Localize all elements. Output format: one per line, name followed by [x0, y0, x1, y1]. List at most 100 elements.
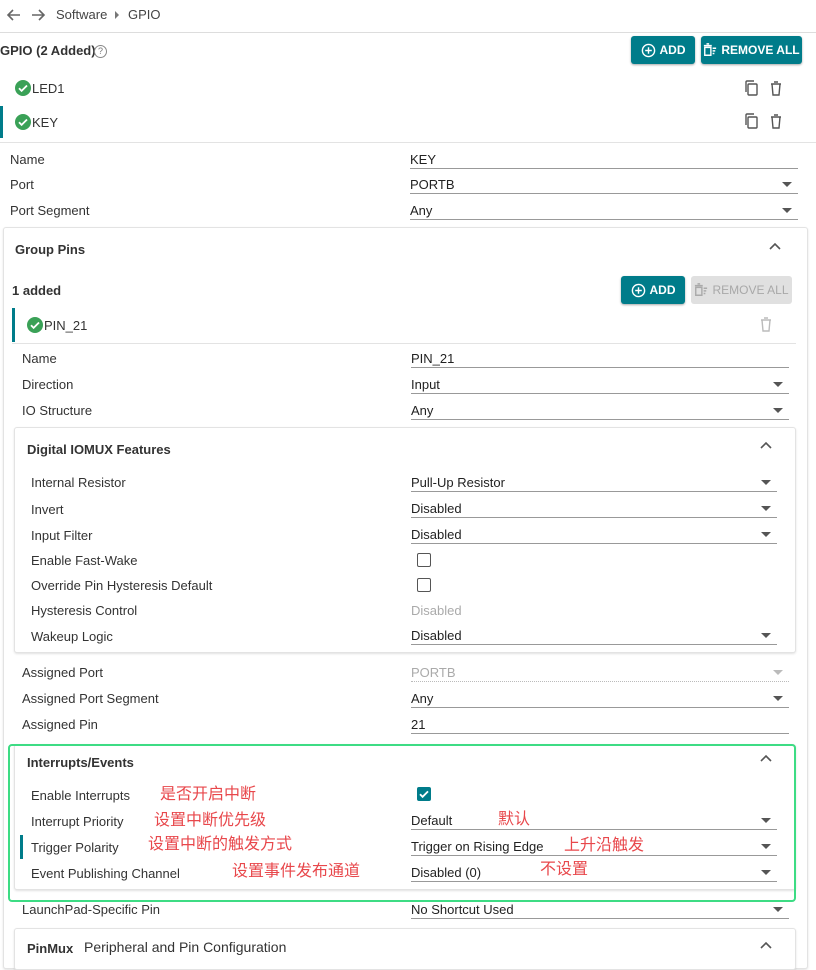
annotation-event-channel: 设置事件发布通道 — [232, 861, 361, 880]
chevron-down-icon — [761, 633, 771, 638]
chevron-down-icon — [761, 480, 771, 485]
gpio-instance-key[interactable]: KEY — [0, 106, 800, 138]
direction-select[interactable]: Input — [411, 376, 789, 394]
enable-interrupts-checkbox[interactable] — [417, 787, 431, 801]
invert-label: Invert — [31, 502, 64, 517]
chevron-down-icon — [773, 382, 783, 387]
name-label: Name — [10, 152, 45, 167]
group-pins-title[interactable]: Group Pins — [15, 242, 85, 258]
add-circle-icon — [631, 283, 645, 297]
pins-add-button[interactable]: ADD — [621, 276, 685, 304]
pins-remove-all-button[interactable]: REMOVE ALL — [691, 276, 792, 304]
assigned-port-segment-label: Assigned Port Segment — [22, 691, 159, 706]
internal-resistor-label: Internal Resistor — [31, 475, 126, 490]
breadcrumb-separator-icon — [115, 11, 119, 19]
annotation-rising-edge: 上升沿触发 — [564, 835, 645, 854]
chevron-down-icon — [761, 818, 771, 823]
check-circle-icon — [15, 80, 31, 96]
forward-arrow-icon[interactable] — [30, 7, 46, 23]
launchpad-pin-select[interactable]: No Shortcut Used — [411, 901, 789, 919]
pin-name-field[interactable]: PIN_21 — [411, 350, 789, 368]
direction-label: Direction — [22, 377, 74, 392]
chevron-down-icon — [773, 696, 783, 701]
pins-added-count: 1 added — [12, 283, 62, 298]
check-circle-icon — [27, 317, 43, 333]
assigned-pin-label: Assigned Pin — [22, 717, 98, 732]
help-icon[interactable]: ? — [94, 45, 107, 58]
assigned-port-segment-select[interactable]: Any — [411, 690, 789, 708]
override-hysteresis-checkbox[interactable] — [417, 578, 431, 592]
gpio-remove-all-label: REMOVE ALL — [721, 43, 800, 57]
assigned-port-label: Assigned Port — [22, 665, 103, 680]
pins-add-label: ADD — [649, 283, 676, 297]
wakeup-logic-select[interactable]: Disabled — [411, 627, 777, 645]
interrupts-title[interactable]: Interrupts/Events — [27, 755, 134, 771]
trigger-polarity-indicator — [20, 835, 23, 859]
annotation-default: 默认 — [498, 809, 531, 828]
remove-all-icon — [704, 43, 717, 56]
gpio-remove-all-button[interactable]: REMOVE ALL — [701, 36, 802, 64]
iomux-title[interactable]: Digital IOMUX Features — [27, 442, 171, 458]
breadcrumb-software[interactable]: Software — [56, 7, 107, 23]
breadcrumb-gpio: GPIO — [128, 7, 161, 22]
checkmark-icon — [419, 790, 429, 799]
name-field[interactable]: KEY — [410, 151, 798, 169]
enable-interrupts-label: Enable Interrupts — [31, 788, 131, 803]
gpio-instance-label: LED1 — [32, 81, 65, 96]
chevron-down-icon — [761, 870, 771, 875]
pin-instance[interactable]: PIN_21 — [12, 308, 796, 342]
launchpad-pin-label: LaunchPad-Specific Pin — [22, 902, 161, 917]
chevron-down-icon — [761, 532, 771, 537]
override-hysteresis-label: Override Pin Hysteresis Default — [31, 578, 213, 593]
copy-icon[interactable] — [743, 79, 759, 97]
back-arrow-icon[interactable] — [6, 7, 22, 23]
delete-icon[interactable] — [758, 315, 774, 333]
chevron-down-icon — [782, 182, 792, 187]
selection-indicator — [12, 308, 15, 342]
copy-icon[interactable] — [743, 112, 759, 130]
chevron-down-icon — [761, 844, 771, 849]
wakeup-logic-label: Wakeup Logic — [31, 629, 113, 644]
pins-remove-all-label: REMOVE ALL — [712, 283, 789, 297]
hysteresis-control-label: Hysteresis Control — [31, 603, 138, 618]
chevron-up-icon[interactable] — [768, 241, 782, 251]
chevron-up-icon[interactable] — [759, 753, 773, 763]
annotation-interrupt-priority: 设置中断优先级 — [154, 810, 267, 829]
annotation-trigger-mode: 设置中断的触发方式 — [148, 834, 293, 853]
pinmux-title[interactable]: PinMux — [27, 941, 73, 957]
hysteresis-control-field: Disabled — [411, 603, 462, 618]
invert-select[interactable]: Disabled — [411, 500, 777, 518]
breadcrumb-divider — [0, 32, 816, 33]
instances-divider — [0, 142, 816, 143]
interrupt-priority-label: Interrupt Priority — [31, 814, 124, 829]
port-segment-label: Port Segment — [10, 203, 90, 218]
chevron-up-icon[interactable] — [759, 440, 773, 450]
event-publishing-channel-label: Event Publishing Channel — [31, 866, 180, 881]
add-circle-icon — [641, 43, 655, 57]
io-structure-select[interactable]: Any — [411, 402, 789, 420]
chevron-down-icon — [773, 907, 783, 912]
remove-all-icon — [695, 283, 708, 296]
assigned-port-select: PORTB — [411, 664, 789, 682]
gpio-instance-led1[interactable]: LED1 — [0, 74, 800, 102]
port-segment-select[interactable]: Any — [410, 202, 798, 220]
fast-wake-checkbox[interactable] — [417, 553, 431, 567]
interrupt-priority-select[interactable]: Default — [411, 812, 777, 830]
port-select[interactable]: PORTB — [410, 176, 798, 194]
gpio-instance-label: KEY — [32, 115, 59, 130]
pinmux-subtitle: Peripheral and Pin Configuration — [84, 939, 287, 955]
gpio-add-button[interactable]: ADD — [631, 36, 695, 64]
pin-instance-label: PIN_21 — [44, 318, 88, 333]
delete-icon[interactable] — [768, 79, 784, 97]
gpio-add-label: ADD — [659, 43, 686, 57]
chevron-down-icon — [773, 670, 783, 675]
delete-icon[interactable] — [768, 112, 784, 130]
input-filter-select[interactable]: Disabled — [411, 526, 777, 544]
internal-resistor-select[interactable]: Pull-Up Resistor — [411, 474, 777, 492]
assigned-pin-field[interactable]: 21 — [411, 716, 789, 734]
io-structure-label: IO Structure — [22, 403, 93, 418]
input-filter-label: Input Filter — [31, 528, 93, 543]
event-publishing-channel-select[interactable]: Disabled (0) — [411, 864, 777, 882]
port-label: Port — [10, 177, 34, 192]
chevron-up-icon[interactable] — [759, 940, 773, 950]
